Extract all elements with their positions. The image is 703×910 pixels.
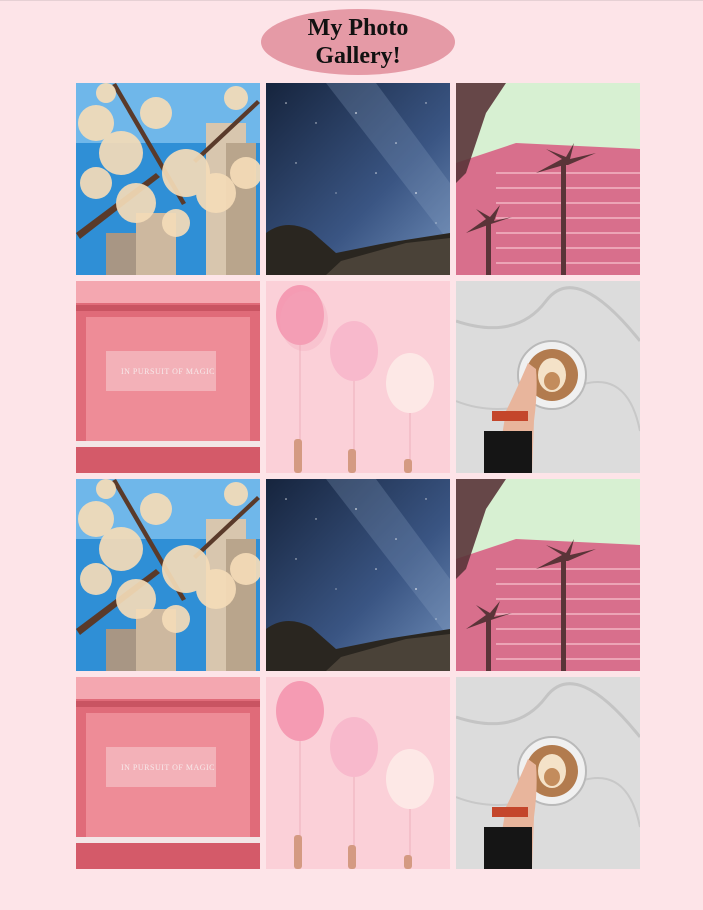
sign-text: IN PURSUIT OF MAGIC (120, 367, 216, 376)
photo-pink-building[interactable] (456, 83, 640, 275)
starry-night-image (266, 83, 450, 275)
sign-text: IN PURSUIT OF MAGIC (120, 763, 216, 772)
photo-latte[interactable] (456, 281, 640, 473)
latte-image (456, 281, 640, 473)
photo-latte[interactable] (456, 677, 640, 869)
photo-starry-night[interactable] (266, 479, 450, 671)
photo-pink-building[interactable] (456, 479, 640, 671)
latte-image (456, 677, 640, 869)
pink-balloons-image (266, 281, 450, 473)
page-title-banner: My Photo Gallery! (261, 9, 455, 75)
photo-starry-night[interactable] (266, 83, 450, 275)
starry-night-image (266, 479, 450, 671)
pink-wall-image (76, 677, 260, 869)
photo-pink-balloons[interactable] (266, 281, 450, 473)
cherry-blossom-image (76, 83, 260, 275)
pink-balloons-image (266, 677, 450, 869)
pink-wall-image (76, 281, 260, 473)
photo-pink-wall-sign[interactable]: IN PURSUIT OF MAGIC (76, 677, 260, 869)
pink-building-image (456, 479, 640, 671)
photo-pink-balloons[interactable] (266, 677, 450, 869)
photo-pink-wall-sign[interactable]: IN PURSUIT OF MAGIC (76, 281, 260, 473)
page-title: My Photo Gallery! (307, 15, 409, 69)
pink-building-image (456, 83, 640, 275)
cherry-blossom-image (76, 479, 260, 671)
photo-cherry-blossom[interactable] (76, 83, 260, 275)
photo-cherry-blossom[interactable] (76, 479, 260, 671)
photo-gallery: IN PURSUIT OF MAGIC IN PURSUIT OF MAGIC (76, 83, 640, 869)
